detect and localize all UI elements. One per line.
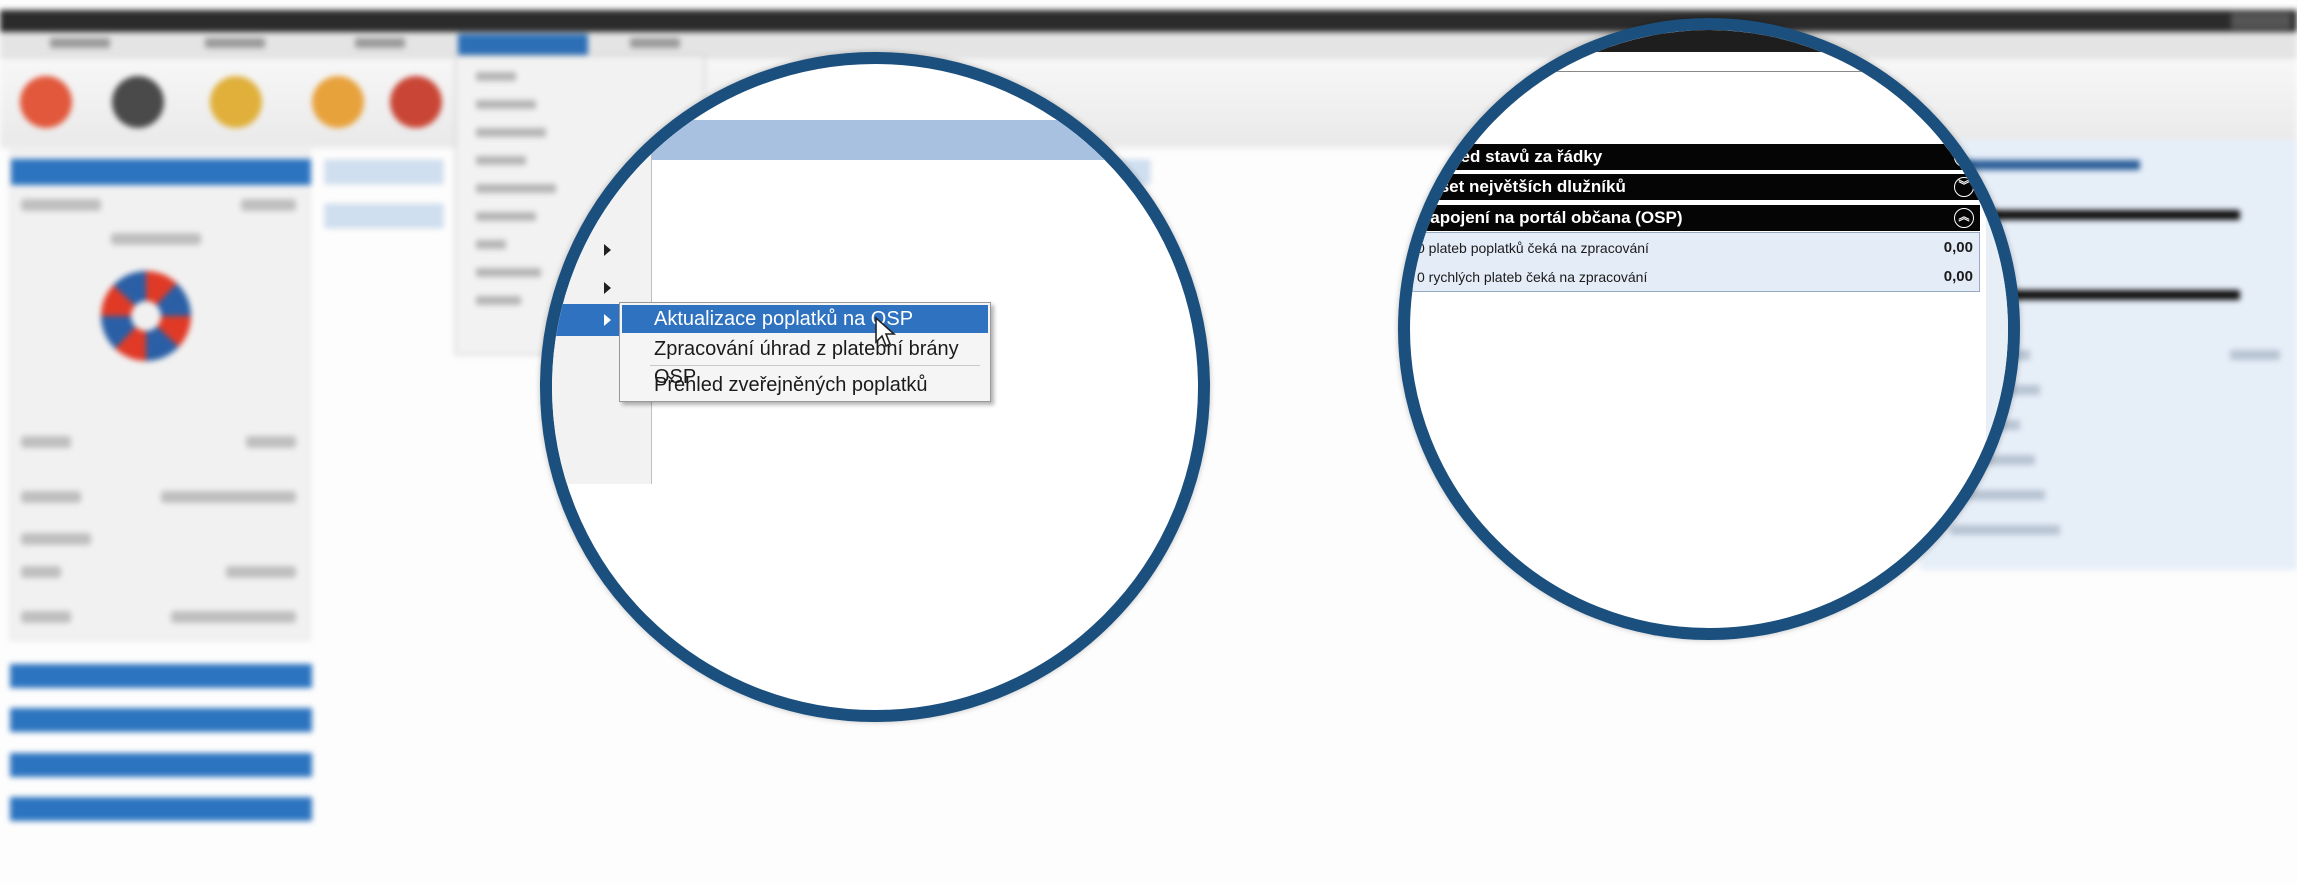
row-value: 0,00 <box>1943 268 1973 285</box>
sidebar-row <box>21 491 81 503</box>
row-value: 0,00 <box>1943 239 1973 256</box>
menu-item[interactable] <box>50 38 110 48</box>
sidebar-row <box>21 199 101 211</box>
sidebar-section-button[interactable] <box>10 753 312 777</box>
pencil-icon[interactable] <box>312 76 364 128</box>
sidebar-row <box>171 611 296 623</box>
menu-line[interactable] <box>476 296 521 305</box>
window-gap <box>1410 72 2008 142</box>
osp-row-poplatky: 0 plateb poplatků čeká na zpracování 0,0… <box>1413 234 1981 262</box>
home-icon[interactable] <box>20 76 72 128</box>
sidebar-section-button[interactable] <box>10 664 312 688</box>
chevrons-down-icon[interactable]: ︾ <box>1954 147 1974 167</box>
panel-title: Deset největších dlužníků <box>1418 177 1626 196</box>
sidebar-section-button[interactable] <box>10 797 312 821</box>
panel-header-dluznici[interactable]: Deset největších dlužníků ︾ <box>1412 174 1980 200</box>
menu-item-active[interactable] <box>458 34 588 56</box>
osp-submenu: Aktualizace poplatků na OSP Zpracování ú… <box>619 302 991 402</box>
background-field[interactable] <box>325 160 443 184</box>
sidebar-header[interactable] <box>11 159 311 185</box>
menu-line[interactable] <box>476 156 526 165</box>
chevrons-up-icon[interactable]: ︽ <box>1954 208 1974 228</box>
alert-icon[interactable] <box>390 76 442 128</box>
menu-line[interactable] <box>476 212 536 221</box>
osp-panel-body: 0 plateb poplatků čeká na zpracování 0,0… <box>1412 232 1980 292</box>
mouse-pointer-icon <box>875 316 897 348</box>
title-bar <box>0 10 2297 32</box>
magnifier-right: Přehled stavů za řádky ︾ Deset největšíc… <box>1398 18 2020 640</box>
sidebar-section-button[interactable] <box>10 708 312 732</box>
menu-item-prehled-poplatku[interactable]: Přehled zveřejněných poplatků <box>622 371 988 399</box>
row-label: 0 rychlých plateb čeká na zpracování <box>1417 269 1648 285</box>
menu-item-zpracovani-uhrad[interactable]: Zpracování úhrad z platební brány OSP <box>622 335 988 388</box>
menu-item[interactable] <box>630 38 680 48</box>
menu-item[interactable] <box>205 38 265 48</box>
parent-menu-strip <box>552 64 652 484</box>
panel-header-osp[interactable]: Napojení na portál občana (OSP) ︽ <box>1412 205 1980 231</box>
sidebar-row <box>21 566 61 578</box>
sidebar-row <box>241 199 296 211</box>
coins-icon[interactable] <box>210 76 262 128</box>
chevrons-down-icon[interactable]: ︾ <box>1954 177 1974 197</box>
menu-item[interactable] <box>355 38 405 48</box>
window-toolbar <box>1410 52 2008 72</box>
row-label: 0 plateb poplatků čeká na zpracování <box>1417 240 1649 256</box>
menu-line[interactable] <box>476 100 536 109</box>
sidebar-panel <box>10 150 311 640</box>
panel-line <box>2230 350 2280 360</box>
menu-line[interactable] <box>476 268 541 277</box>
sidebar-row <box>226 566 296 578</box>
menu-line[interactable] <box>476 184 556 193</box>
sidebar-row <box>21 611 71 623</box>
menu-line[interactable] <box>476 240 506 249</box>
panel-title: Napojení na portál občana (OSP) <box>1418 208 1683 227</box>
sidebar-row <box>21 436 71 448</box>
panel-header-prehled-stavu[interactable]: Přehled stavů za řádky ︾ <box>1412 144 1980 170</box>
sidebar-row <box>161 491 296 503</box>
menu-item-aktualizace-poplatku[interactable]: Aktualizace poplatků na OSP <box>622 305 988 333</box>
menu-line[interactable] <box>476 72 516 81</box>
user-icon[interactable] <box>112 76 164 128</box>
submenu-arrow-icon <box>604 314 611 326</box>
background-field[interactable] <box>325 204 443 228</box>
window-controls[interactable] <box>2231 13 2291 29</box>
panel-title: Přehled stavů za řádky <box>1418 147 1603 166</box>
submenu-arrow-icon <box>604 282 611 294</box>
submenu-arrow-icon <box>604 244 611 256</box>
sidebar-row <box>111 233 201 245</box>
screenshot-stage: Aktualizace poplatků na OSP Zpracování ú… <box>0 0 2297 883</box>
menu-separator <box>650 365 980 366</box>
sidebar-row <box>21 533 91 545</box>
municipality-emblem-icon <box>101 271 191 361</box>
magnifier-left: Aktualizace poplatků na OSP Zpracování ú… <box>540 52 1210 722</box>
osp-row-rychle-platby: 0 rychlých plateb čeká na zpracování 0,0… <box>1413 263 1981 291</box>
menu-line[interactable] <box>476 128 546 137</box>
sidebar-row <box>246 436 296 448</box>
